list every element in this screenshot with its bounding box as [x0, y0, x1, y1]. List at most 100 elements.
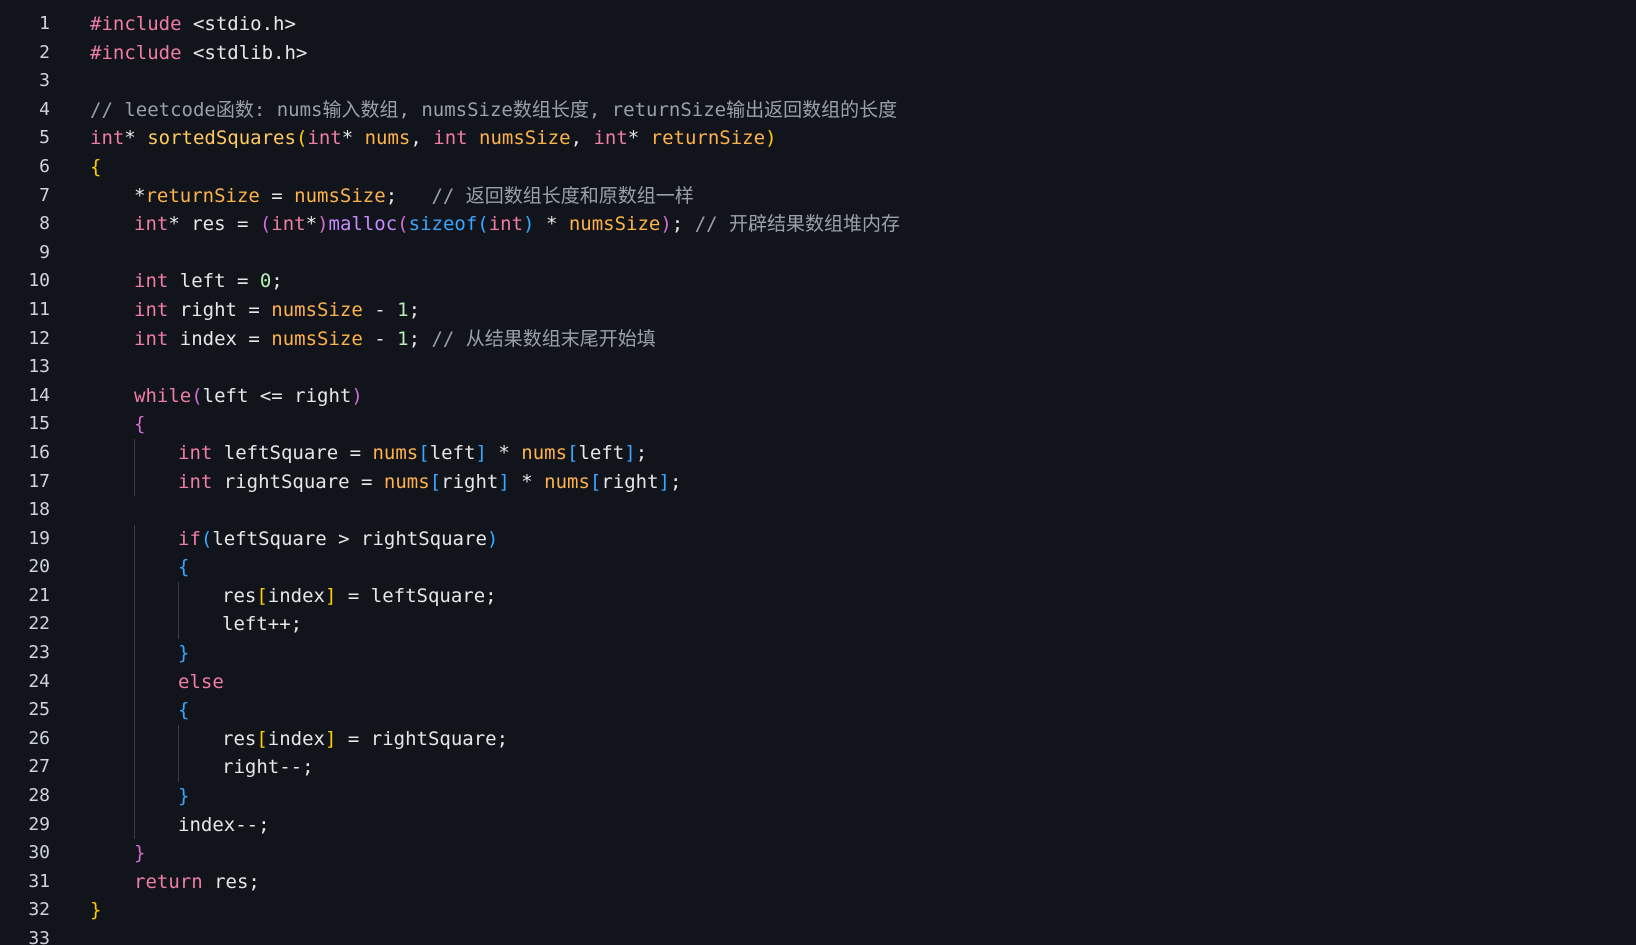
code-token-text: ; [385, 184, 432, 207]
code-line[interactable]: 12 int index = numsSize - 1; // 从结果数组末尾开始… [0, 325, 1636, 354]
code-token-sizeof: sizeof [408, 213, 478, 236]
code-token-fn: sortedSquares [147, 127, 296, 150]
code-line[interactable]: 22 left++; [0, 610, 1636, 640]
code-token-brace3: ) [486, 527, 499, 550]
code-token-text: ; [271, 270, 283, 293]
code-token-text: res [222, 727, 257, 750]
code-line[interactable]: 28} [0, 782, 1636, 811]
code-line[interactable]: 23} [0, 639, 1636, 668]
code-text: { [90, 153, 101, 182]
indent-guide [134, 524, 135, 554]
indent-guide [134, 724, 135, 754]
code-token-text: leftSquare > rightSquare [212, 527, 487, 550]
line-number: 19 [28, 527, 50, 549]
code-line[interactable]: 2 #include <stdlib.h> [0, 39, 1636, 68]
code-line[interactable]: 29 index--; [0, 810, 1636, 840]
code-line[interactable]: 27 right--; [0, 753, 1636, 783]
code-line[interactable]: 10 int left = 0; [0, 267, 1636, 296]
line-number: 17 [28, 470, 50, 492]
code-line[interactable]: 17 int rightSquare = nums[right] * nums[r… [0, 467, 1636, 497]
line-number: 24 [28, 670, 50, 692]
code-token-param: numsSize [271, 327, 363, 350]
code-token-brace3: [ [589, 470, 602, 493]
code-text: int* sortedSquares(int* nums, int numsSi… [90, 124, 777, 153]
code-token-brace2: ) [660, 213, 672, 236]
code-text: #include <stdio.h> [90, 10, 296, 39]
code-line[interactable]: 25 { [0, 696, 1636, 725]
line-number: 5 [39, 127, 50, 149]
code-text: { [178, 553, 189, 582]
code-token-brace3: ] [624, 441, 636, 464]
indent-guide [134, 667, 135, 697]
code-token-num: 0 [259, 270, 272, 293]
code-token-text: ; [408, 298, 421, 321]
code-line[interactable]: 21 res[index] = leftSquare; [0, 581, 1636, 611]
line-number: 8 [39, 213, 50, 235]
code-text: { [134, 410, 145, 439]
code-token-param: numsSize [271, 298, 363, 321]
code-line[interactable]: 32} [0, 896, 1636, 925]
code-token-text: index [267, 727, 325, 750]
code-text: while(left <= right) [134, 382, 363, 411]
code-text: } [134, 839, 145, 868]
code-text: } [178, 639, 189, 668]
line-number: 30 [28, 842, 50, 864]
code-line[interactable]: 31 return res; [0, 868, 1636, 897]
code-token-text: right--; [222, 756, 314, 779]
code-text: if(leftSquare > rightSquare) [178, 525, 498, 554]
code-line[interactable]: 24 else [0, 667, 1636, 697]
indent-guide [134, 639, 135, 668]
line-number: 18 [28, 499, 50, 521]
code-text: int leftSquare = nums[left] * nums[left]… [178, 439, 647, 468]
code-token-type: int [307, 127, 342, 150]
line-number: 15 [28, 413, 50, 435]
code-line[interactable]: 5 int* sortedSquares(int* nums, int numsS… [0, 124, 1636, 153]
code-token-kw: return [134, 870, 203, 893]
indent-guide [134, 553, 135, 582]
code-line[interactable]: 19 if(leftSquare > rightSquare) [0, 524, 1636, 554]
code-token-param: nums [383, 470, 430, 493]
code-token-text: * [124, 127, 148, 150]
code-line[interactable]: 26 res[index] = rightSquare; [0, 724, 1636, 754]
code-token-brace1: ( [295, 127, 308, 150]
code-token-text: rightSquare = [212, 470, 384, 493]
code-token-text: * [341, 127, 365, 150]
code-token-param: nums [544, 470, 590, 493]
code-line[interactable]: 9 [0, 239, 1636, 268]
code-line[interactable]: 13 [0, 353, 1636, 382]
code-token-brace3: } [178, 785, 190, 808]
code-line[interactable]: 15 { [0, 410, 1636, 439]
code-line[interactable]: 7 *returnSize = numsSize; // 返回数组长度和原数组一样 [0, 182, 1636, 211]
code-line[interactable]: 20 { [0, 553, 1636, 582]
code-token-num: 1 [397, 298, 409, 321]
code-line[interactable]: 6{ [0, 153, 1636, 182]
line-number: 3 [39, 70, 50, 92]
line-number: 4 [39, 98, 50, 120]
code-area[interactable]: 1 #include <stdio.h> 2 #include <stdlib.h> 3… [0, 10, 1636, 945]
code-token-text: left [578, 441, 625, 464]
code-line[interactable]: 8 int* res = (int*)malloc(sizeof(int) * n… [0, 210, 1636, 239]
code-line[interactable]: 3 [0, 67, 1636, 96]
code-line[interactable]: 33 [0, 925, 1636, 945]
code-editor[interactable]: 1 #include <stdio.h> 2 #include <stdlib.h> 3… [0, 0, 1636, 945]
code-token-brace2: ( [397, 213, 409, 236]
code-line[interactable]: 11 int right = numsSize - 1; [0, 296, 1636, 325]
code-token-type: int [271, 213, 306, 236]
code-token-brace3: ( [477, 213, 489, 236]
code-token-brace2: { [134, 413, 146, 436]
code-line[interactable]: 4 // leetcode函数: nums输入数组, numsSize数组长度, … [0, 96, 1636, 125]
code-line[interactable]: 14 while(left <= right) [0, 382, 1636, 411]
line-number: 27 [28, 756, 50, 778]
code-token-param: numsSize [479, 127, 571, 150]
code-token-param: nums [372, 441, 419, 464]
code-text: else [178, 668, 224, 697]
code-token-comment: // leetcode函数: nums输入数组, numsSize数组长度, r… [90, 98, 898, 121]
code-line[interactable]: 30} [0, 839, 1636, 868]
code-line[interactable]: 18 [0, 496, 1636, 525]
code-token-text: left = [168, 270, 260, 293]
code-text: return res; [134, 868, 260, 897]
code-token-text: = leftSquare; [336, 584, 497, 607]
code-line[interactable]: 16 int leftSquare = nums[left] * nums[lef… [0, 438, 1636, 468]
code-line[interactable]: 1 #include <stdio.h> [0, 10, 1636, 39]
code-token-text: left <= right [202, 384, 352, 407]
